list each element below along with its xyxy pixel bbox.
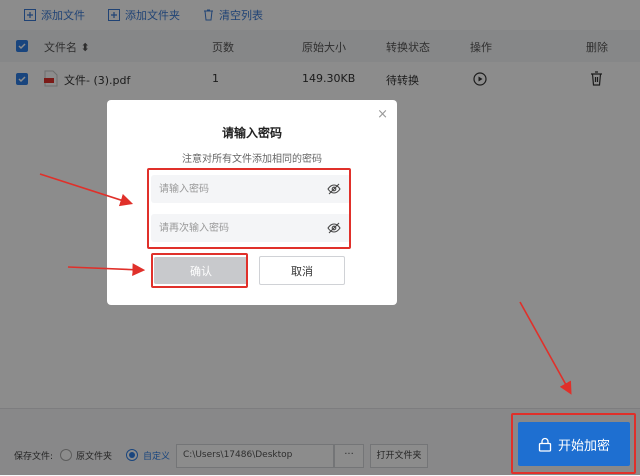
arrow-to-password-fields [39, 173, 134, 207]
arrow-to-encrypt [519, 301, 572, 395]
annotation-arrows [39, 173, 572, 395]
arrow-to-confirm [67, 263, 146, 277]
